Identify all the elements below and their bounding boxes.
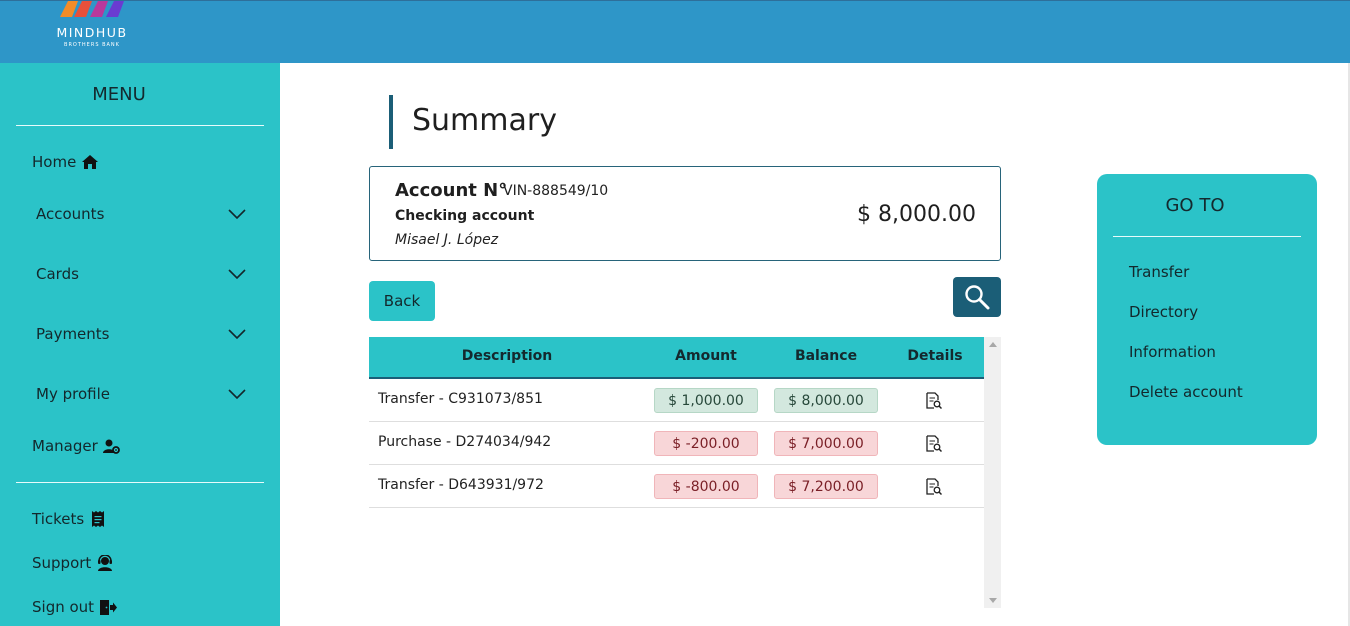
- account-holder: Misael J. López: [395, 232, 499, 248]
- brand-name: MINDHUB: [56, 25, 128, 40]
- sidebar-item-label: Accounts: [36, 205, 105, 223]
- sidebar-item-label: Cards: [36, 265, 79, 283]
- sidebar-item-my-profile[interactable]: My profile: [36, 382, 246, 406]
- sidebar-divider: [16, 482, 264, 483]
- account-balance: $ 8,000.00: [857, 202, 976, 227]
- title-accent-bar: [389, 95, 393, 149]
- sign-out-icon: [99, 598, 117, 616]
- account-type: Checking account: [395, 208, 535, 224]
- sidebar-item-label: My profile: [36, 385, 110, 403]
- menu-title: MENU: [92, 84, 146, 105]
- goto-link-directory[interactable]: Directory: [1129, 303, 1198, 321]
- receipt-icon: [89, 510, 107, 528]
- table-scrollbar[interactable]: [984, 337, 1001, 608]
- row-amount: $ -200.00: [654, 431, 758, 456]
- goto-panel: GO TO Transfer Directory Information Del…: [1097, 174, 1317, 445]
- table-row: Transfer - D643931/972 $ -800.00 $ 7,200…: [369, 465, 984, 508]
- logo-mark-icon: [60, 1, 124, 17]
- table-row: Purchase - D274034/942 $ -200.00 $ 7,000…: [369, 422, 984, 465]
- sidebar-item-label: Home: [32, 153, 77, 171]
- user-gear-icon: [103, 437, 121, 455]
- header-description: Description: [461, 348, 553, 364]
- sidebar-item-sign-out[interactable]: Sign out: [32, 595, 117, 619]
- table-row: Transfer - C931073/851 $ 1,000.00 $ 8,00…: [369, 379, 984, 422]
- row-description: Transfer - D643931/972: [378, 477, 544, 493]
- scroll-up-arrow-icon[interactable]: [989, 342, 997, 347]
- page-title: Summary: [412, 103, 557, 138]
- account-label: Account N°: [395, 180, 508, 201]
- row-amount: $ -800.00: [654, 474, 758, 499]
- chevron-down-icon: [228, 209, 246, 219]
- row-description: Transfer - C931073/851: [378, 391, 543, 407]
- goto-title: GO TO: [1165, 195, 1225, 216]
- scroll-down-arrow-icon[interactable]: [989, 598, 997, 603]
- header-amount: Amount: [675, 348, 737, 364]
- row-balance: $ 7,200.00: [774, 474, 878, 499]
- row-amount: $ 1,000.00: [654, 388, 758, 413]
- transactions-table: Description Amount Balance Details Trans…: [369, 337, 1001, 608]
- details-icon[interactable]: [926, 435, 942, 453]
- goto-divider: [1113, 236, 1301, 237]
- sidebar-item-label: Manager: [32, 437, 98, 455]
- sidebar-item-manager[interactable]: Manager: [32, 434, 121, 458]
- sidebar-item-accounts[interactable]: Accounts: [36, 202, 246, 226]
- row-balance: $ 8,000.00: [774, 388, 878, 413]
- search-button[interactable]: [953, 277, 1001, 317]
- goto-link-information[interactable]: Information: [1129, 343, 1216, 361]
- sidebar-item-home[interactable]: Home: [32, 150, 99, 174]
- sidebar-item-payments[interactable]: Payments: [36, 322, 246, 346]
- sidebar-item-label: Tickets: [32, 510, 85, 528]
- search-icon: [965, 285, 990, 310]
- home-icon: [81, 153, 99, 171]
- account-number: VIN-888549/10: [503, 183, 609, 199]
- table-header: Description Amount Balance Details: [369, 337, 984, 379]
- details-icon[interactable]: [926, 392, 942, 410]
- sidebar-item-tickets[interactable]: Tickets: [32, 507, 107, 531]
- sidebar-item-label: Payments: [36, 325, 110, 343]
- header-balance: Balance: [794, 348, 858, 364]
- goto-link-delete-account[interactable]: Delete account: [1129, 383, 1243, 401]
- sidebar-item-label: Sign out: [32, 598, 95, 616]
- header-details: Details: [907, 348, 963, 364]
- brand-subtitle: BROTHERS BANK: [64, 42, 120, 48]
- goto-link-transfer[interactable]: Transfer: [1129, 263, 1189, 281]
- chevron-down-icon: [228, 269, 246, 279]
- account-card: Account N° VIN-888549/10 Checking accoun…: [369, 166, 1001, 261]
- row-description: Purchase - D274034/942: [378, 434, 552, 450]
- back-button[interactable]: Back: [369, 281, 435, 321]
- sidebar: MENU Home Accounts Cards Payments My pro…: [0, 63, 280, 626]
- chevron-down-icon: [228, 329, 246, 339]
- brand-logo[interactable]: MINDHUB BROTHERS BANK: [44, 1, 140, 59]
- sidebar-item-support[interactable]: Support: [32, 551, 114, 575]
- sidebar-item-label: Support: [32, 554, 92, 572]
- details-icon[interactable]: [926, 478, 942, 496]
- sidebar-divider: [16, 125, 264, 126]
- headset-icon: [96, 554, 114, 572]
- top-header: MINDHUB BROTHERS BANK: [0, 0, 1350, 63]
- row-balance: $ 7,000.00: [774, 431, 878, 456]
- sidebar-item-cards[interactable]: Cards: [36, 262, 246, 286]
- chevron-down-icon: [228, 389, 246, 399]
